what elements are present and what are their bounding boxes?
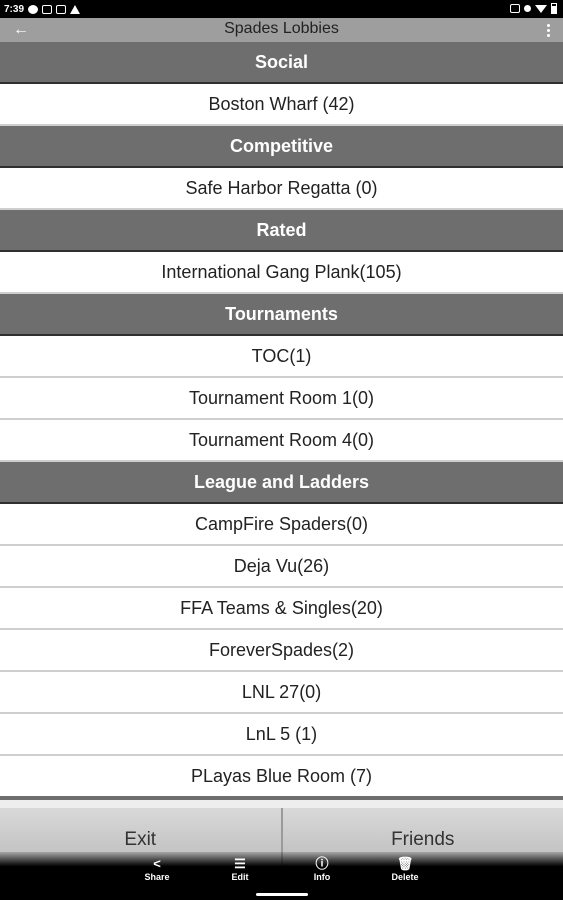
warning-icon bbox=[70, 4, 81, 14]
section-header-competitive: Competitive bbox=[0, 126, 563, 168]
home-indicator[interactable] bbox=[256, 893, 308, 896]
section-header-league-and-ladders: League and Ladders bbox=[0, 462, 563, 504]
lobby-room-campfire-spaders[interactable]: CampFire Spaders(0) bbox=[0, 504, 563, 546]
bluetooth-icon bbox=[524, 5, 531, 12]
share-action[interactable]: < Share bbox=[127, 856, 187, 882]
lobby-room-boston-wharf[interactable]: Boston Wharf (42) bbox=[0, 84, 563, 126]
share-icon: < bbox=[153, 856, 161, 871]
lobby-list: Social Boston Wharf (42) Competitive Saf… bbox=[0, 42, 563, 800]
overflow-menu-icon[interactable] bbox=[547, 24, 551, 38]
delete-icon: 🗑 bbox=[396, 856, 414, 871]
status-bar: 7:39 bbox=[0, 0, 563, 18]
spades-lobbies-screen: 7:39 ← Spades Lobbies Social Boston Whar… bbox=[0, 0, 563, 900]
wifi-icon bbox=[535, 4, 547, 13]
lobby-room-lnl-27[interactable]: LNL 27(0) bbox=[0, 672, 563, 714]
gallery-icon bbox=[42, 4, 53, 14]
edit-action[interactable]: ☰ Edit bbox=[210, 856, 270, 882]
edit-icon: ☰ bbox=[234, 856, 246, 871]
edit-label: Edit bbox=[231, 872, 249, 882]
battery-saver-icon bbox=[510, 4, 520, 13]
info-icon: ⓘ bbox=[315, 856, 329, 871]
lobby-room-safe-harbor-regatta[interactable]: Safe Harbor Regatta (0) bbox=[0, 168, 563, 210]
lobby-room-playas-blue-room[interactable]: PLayas Blue Room (7) bbox=[0, 756, 563, 800]
section-header-tournaments: Tournaments bbox=[0, 294, 563, 336]
lobby-room-international-gang-plank[interactable]: International Gang Plank(105) bbox=[0, 252, 563, 294]
info-label: Info bbox=[313, 872, 331, 882]
page-title: Spades Lobbies bbox=[224, 20, 339, 37]
share-label: Share bbox=[144, 872, 170, 882]
section-header-rated: Rated bbox=[0, 210, 563, 252]
delete-label: Delete bbox=[391, 872, 419, 882]
lobby-room-toc[interactable]: TOC(1) bbox=[0, 336, 563, 378]
section-header-social: Social bbox=[0, 42, 563, 84]
lobby-room-deja-vu[interactable]: Deja Vu(26) bbox=[0, 546, 563, 588]
status-time: 7:39 bbox=[4, 3, 25, 15]
info-action[interactable]: ⓘ Info bbox=[292, 856, 352, 882]
lobby-room-ffa-teams-singles[interactable]: FFA Teams & Singles(20) bbox=[0, 588, 563, 630]
delete-action[interactable]: 🗑 Delete bbox=[375, 856, 435, 882]
lobby-room-tournament-room-4[interactable]: Tournament Room 4(0) bbox=[0, 420, 563, 462]
battery-icon bbox=[551, 3, 557, 14]
lobby-room-tournament-room-1[interactable]: Tournament Room 1(0) bbox=[0, 378, 563, 420]
app-bar: ← Spades Lobbies bbox=[0, 18, 563, 42]
lobby-room-lnl-5[interactable]: LnL 5 (1) bbox=[0, 714, 563, 756]
cassette-icon bbox=[56, 4, 67, 14]
lobby-room-foreverspades[interactable]: ForeverSpades(2) bbox=[0, 630, 563, 672]
notification-icon bbox=[28, 4, 39, 14]
